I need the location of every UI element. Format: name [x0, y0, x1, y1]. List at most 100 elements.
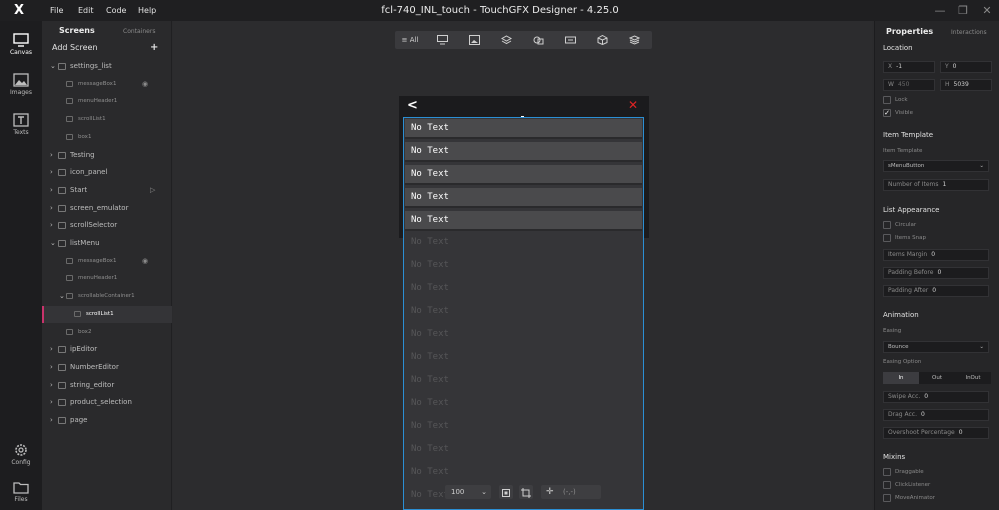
tree-widget-item[interactable]: messageBox1 ◉	[42, 76, 172, 93]
tree-screen-item[interactable]: › NumberEditor	[42, 359, 172, 376]
overshoot-field[interactable]: Overshoot Percentage 0	[883, 427, 989, 439]
items-snap-checkbox[interactable]	[883, 234, 891, 242]
minimize-icon[interactable]: —	[930, 0, 950, 21]
fit-screen-button[interactable]	[499, 485, 513, 499]
draggable-checkbox[interactable]	[883, 468, 891, 476]
back-arrow-icon[interactable]: <	[407, 99, 418, 113]
eye-icon[interactable]: ◉	[142, 76, 148, 93]
tree-screen-item[interactable]: ⌄ settings_list	[42, 58, 172, 75]
chevron-right-icon[interactable]: ›	[50, 164, 53, 181]
tree-screen-item[interactable]: › ipEditor	[42, 341, 172, 358]
easing-option-in[interactable]: In	[883, 372, 919, 384]
filter-image-button[interactable]	[462, 31, 486, 49]
tree-screen-item[interactable]: › Start ▷	[42, 182, 172, 199]
easing-option-out[interactable]: Out	[919, 372, 955, 384]
rail-canvas[interactable]: Canvas	[0, 27, 42, 65]
list-item[interactable]: No Text	[405, 211, 642, 231]
tree-screen-item[interactable]: › screen_emulator	[42, 200, 172, 217]
w-field[interactable]: W 450	[883, 79, 935, 91]
tree-widget-item[interactable]: messageBox1 ◉	[42, 253, 172, 270]
padding-after-field[interactable]: Padding After 0	[883, 285, 989, 297]
tree-widget-item[interactable]: ⌄ scrollableContainer1	[42, 288, 172, 305]
plus-icon[interactable]: +	[150, 42, 158, 53]
chevron-down-icon[interactable]: ⌄	[50, 235, 56, 252]
screen-icon	[58, 151, 66, 159]
tree-widget-item[interactable]: menuHeader1	[42, 270, 172, 287]
tree-screen-item[interactable]: › page	[42, 412, 172, 429]
filter-3d-button[interactable]	[590, 31, 614, 49]
tree-widget-item[interactable]: menuHeader1	[42, 93, 172, 110]
tab-screens[interactable]: Screens	[59, 26, 95, 35]
chevron-down-icon[interactable]: ⌄	[50, 58, 56, 75]
coordinate-value: (-,-)	[563, 488, 576, 496]
rail-config[interactable]: Config	[0, 437, 42, 475]
list-item[interactable]: No Text	[405, 165, 642, 185]
tree-widget-item[interactable]: box1	[42, 129, 172, 146]
tree-screen-item[interactable]: ⌄ listMenu	[42, 235, 172, 252]
visible-checkbox[interactable]: ✓	[883, 109, 891, 117]
menu-file[interactable]: File	[50, 0, 63, 21]
rail-files[interactable]: Files	[0, 474, 42, 510]
tab-interactions[interactable]: Interactions	[951, 29, 987, 36]
scroll-list-selection[interactable]: No Text No Text No Text No Text No Text No T…	[403, 117, 644, 510]
padding-before-field[interactable]: Padding Before 0	[883, 267, 989, 279]
tree-screen-item[interactable]: › product_selection	[42, 394, 172, 411]
zoom-select[interactable]: 100 ⌄	[445, 485, 491, 499]
tree-widget-item[interactable]: box2	[42, 324, 172, 341]
chevron-right-icon[interactable]: ›	[50, 200, 53, 217]
canvas-area[interactable]: ≡ All < ✕ No Text No Text No Text No Text No…	[173, 21, 872, 510]
chevron-right-icon[interactable]: ›	[50, 394, 53, 411]
padding-before-value: 0	[937, 269, 942, 276]
x-field[interactable]: X -1	[883, 61, 935, 73]
swipe-acc-field[interactable]: Swipe Acc. 0	[883, 391, 989, 403]
tree-screen-item[interactable]: › Testing	[42, 147, 172, 164]
easing-select[interactable]: Bounce ⌄	[883, 341, 989, 353]
menu-code[interactable]: Code	[106, 0, 126, 21]
restore-icon[interactable]: ❐	[953, 0, 973, 21]
crop-button[interactable]	[519, 485, 533, 499]
chevron-right-icon[interactable]: ›	[50, 217, 53, 234]
circular-checkbox[interactable]	[883, 221, 891, 229]
filter-keyboard-button[interactable]	[558, 31, 582, 49]
filter-all-button[interactable]: ≡ All	[395, 31, 425, 49]
list-item[interactable]: No Text	[405, 119, 642, 139]
tree-widget-item[interactable]: scrollList1	[42, 305, 172, 323]
list-item[interactable]: No Text	[405, 188, 642, 208]
tree-screen-item[interactable]: › string_editor	[42, 377, 172, 394]
lock-checkbox[interactable]	[883, 96, 891, 104]
rail-texts[interactable]: Texts	[0, 107, 42, 145]
chevron-right-icon[interactable]: ›	[50, 341, 53, 358]
tree-widget-item[interactable]: scrollList1	[42, 111, 172, 128]
list-item[interactable]: No Text	[405, 142, 642, 162]
close-window-icon[interactable]: ✕	[977, 0, 997, 21]
add-screen-button[interactable]: Add Screen	[52, 43, 98, 52]
chevron-right-icon[interactable]: ›	[50, 377, 53, 394]
chevron-right-icon[interactable]: ›	[50, 182, 53, 199]
move-animator-checkbox[interactable]	[883, 494, 891, 502]
close-icon[interactable]: ✕	[628, 98, 638, 112]
chevron-right-icon[interactable]: ›	[50, 412, 53, 429]
easing-option-inout[interactable]: InOut	[955, 372, 991, 384]
items-margin-field[interactable]: Items Margin 0	[883, 249, 989, 261]
tree-screen-item[interactable]: › icon_panel	[42, 164, 172, 181]
chevron-right-icon[interactable]: ›	[50, 359, 53, 376]
filter-stack-button[interactable]	[622, 31, 646, 49]
chevron-right-icon[interactable]: ›	[50, 147, 53, 164]
number-of-items-field[interactable]: Number of Items 1	[883, 179, 989, 191]
drag-acc-field[interactable]: Drag Acc. 0	[883, 409, 989, 421]
menu-edit[interactable]: Edit	[78, 0, 94, 21]
tab-containers[interactable]: Containers	[123, 28, 155, 35]
rail-images[interactable]: Images	[0, 67, 42, 105]
filter-screen-button[interactable]	[430, 31, 454, 49]
chevron-down-icon[interactable]: ⌄	[59, 288, 65, 305]
filter-shapes-button[interactable]	[526, 31, 550, 49]
screen-icon	[58, 186, 66, 194]
menu-help[interactable]: Help	[138, 0, 156, 21]
item-template-select[interactable]: sMenuButton ⌄	[883, 160, 989, 172]
filter-layers-button[interactable]	[494, 31, 518, 49]
click-listener-checkbox[interactable]	[883, 481, 891, 489]
tree-screen-item[interactable]: › scrollSelector	[42, 217, 172, 234]
eye-icon[interactable]: ◉	[142, 253, 148, 270]
h-field[interactable]: H 5039	[940, 79, 992, 91]
y-field[interactable]: Y0	[940, 61, 992, 73]
